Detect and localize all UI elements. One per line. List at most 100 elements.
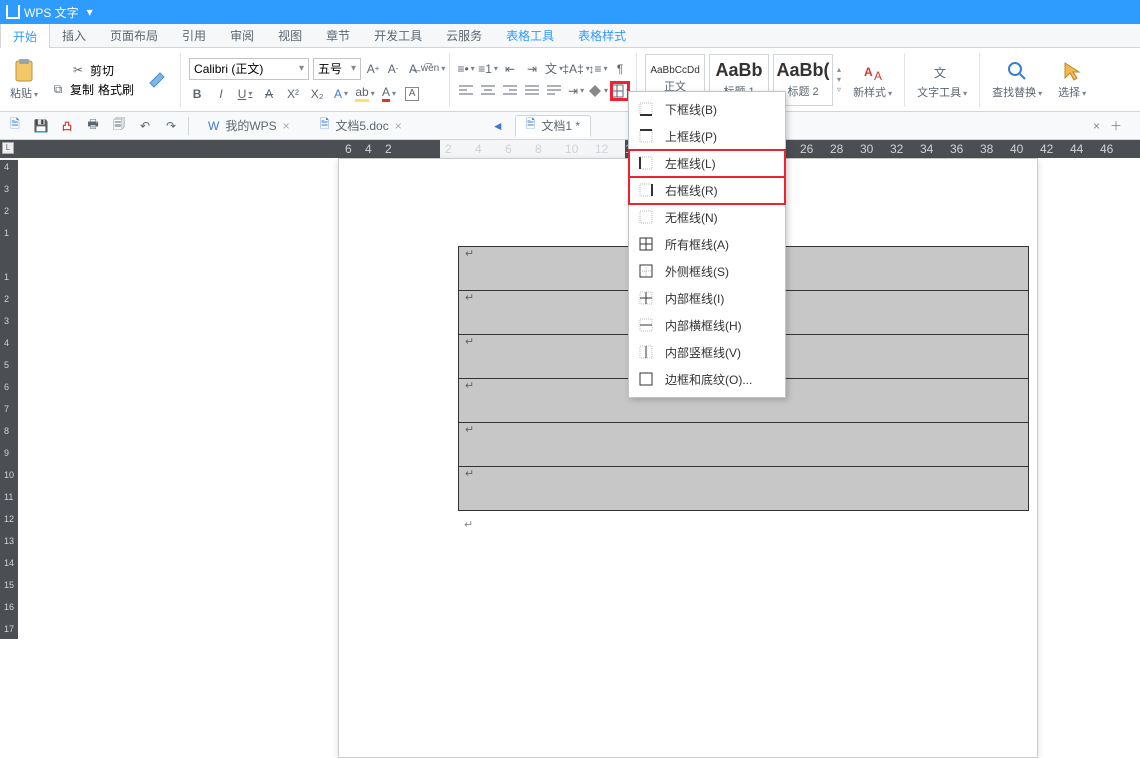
tab-view[interactable]: 视图: [266, 24, 314, 47]
tab-cite[interactable]: 引用: [170, 24, 218, 47]
tab-dev[interactable]: 开发工具: [362, 24, 434, 47]
indent-dec-button[interactable]: ⇤: [502, 61, 518, 77]
text-effect-button[interactable]: A: [333, 86, 349, 102]
tab-start[interactable]: 开始: [0, 24, 50, 48]
paste-button[interactable]: 粘贴: [6, 59, 42, 101]
align-left-button[interactable]: [458, 83, 474, 99]
border-shading-icon: [639, 372, 655, 388]
clear-format-button[interactable]: A̶: [405, 61, 421, 77]
paste-icon: [12, 59, 36, 83]
border-shading-item[interactable]: 边框和底纹(O)...: [629, 366, 785, 393]
doctab-doc5[interactable]: 🗎文档5.doc×: [309, 115, 413, 137]
show-marks-button[interactable]: ¶: [612, 61, 628, 77]
bullets-button[interactable]: ≡•: [458, 61, 474, 77]
shading-button[interactable]: [590, 83, 606, 99]
table-row[interactable]: ↵: [459, 467, 1029, 511]
close-tab-icon[interactable]: ×: [283, 119, 290, 133]
cut-button[interactable]: ✂剪切: [70, 62, 114, 79]
change-case-button[interactable]: w͡én: [425, 61, 441, 77]
border-outer-item[interactable]: 外侧框线(S): [629, 258, 785, 285]
doctab-doc1[interactable]: 🗎文档1 *: [515, 115, 591, 137]
svg-text:A: A: [864, 65, 873, 79]
tab-stop-type-icon[interactable]: L: [2, 142, 14, 154]
border-inner-item[interactable]: 内部框线(I): [629, 285, 785, 312]
tab-layout[interactable]: 页面布局: [98, 24, 170, 47]
tab-chapter[interactable]: 章节: [314, 24, 362, 47]
char-border-button[interactable]: A: [405, 87, 419, 101]
font-size-combo[interactable]: 五号▾: [313, 58, 361, 80]
underline-button[interactable]: U: [237, 86, 253, 102]
copy-button[interactable]: ⧉复制: [50, 81, 94, 98]
style-scroller[interactable]: ▴▾▿: [837, 65, 841, 94]
align-center-button[interactable]: [480, 83, 496, 99]
line-spacing-button[interactable]: ↕≡: [590, 61, 606, 77]
format-brush-button[interactable]: [142, 69, 172, 91]
undo-icon[interactable]: ↶: [136, 117, 154, 135]
indent-inc-button[interactable]: ⇥: [524, 61, 540, 77]
app-menu-dropdown[interactable]: ▾: [87, 5, 93, 19]
horizontal-ruler[interactable]: L 64224681012142628303234363840424446: [0, 140, 1140, 158]
bold-button[interactable]: B: [189, 86, 205, 102]
select-button[interactable]: 选择: [1054, 60, 1090, 100]
redo-icon[interactable]: ↷: [162, 117, 180, 135]
doc-icon: 🗎: [526, 115, 536, 136]
border-all-item[interactable]: 所有框线(A): [629, 231, 785, 258]
border-innerh-item[interactable]: 内部横框线(H): [629, 312, 785, 339]
border-innerv-item[interactable]: 内部竖框线(V): [629, 339, 785, 366]
tab-table-tools[interactable]: 表格工具: [494, 24, 566, 47]
subscript-button[interactable]: X₂: [309, 86, 325, 102]
find-replace-button[interactable]: 查找替换: [988, 60, 1046, 100]
tab-cloud[interactable]: 云服务: [434, 24, 494, 47]
ruler-tick: 4: [365, 142, 372, 156]
border-innerh-icon: [639, 318, 655, 334]
export-pdf-icon[interactable]: 凸: [58, 117, 76, 135]
vruler-tick: 2: [4, 294, 9, 304]
border-dropdown-button[interactable]: [612, 83, 628, 99]
font-name-combo[interactable]: Calibri (正文)▾: [189, 58, 309, 80]
app-logo: WPS 文字 ▾: [6, 4, 93, 21]
table-row[interactable]: ↵: [459, 423, 1029, 467]
tab-table-style[interactable]: 表格样式: [566, 24, 638, 47]
doctab-mywps[interactable]: W我的WPS×: [197, 115, 301, 137]
shrink-font-button[interactable]: A-: [385, 61, 401, 77]
border-inner-icon: [639, 291, 655, 307]
close-doc-icon[interactable]: ×: [1093, 119, 1100, 133]
border-none-icon: [639, 210, 655, 226]
numbering-button[interactable]: ≡1: [480, 61, 496, 77]
align-distribute-button[interactable]: [546, 83, 562, 99]
vertical-ruler[interactable]: 43211234567891011121314151617: [0, 158, 18, 639]
vruler-tick: 9: [4, 448, 9, 458]
arrow-left-icon[interactable]: ◄: [489, 117, 507, 135]
border-right-item[interactable]: 右框线(R): [629, 177, 785, 204]
format-painter-button[interactable]: 格式刷: [98, 81, 134, 98]
tab-stops-button[interactable]: ⇥: [568, 83, 584, 99]
ruler-tick: 8: [535, 142, 542, 156]
highlight-button[interactable]: ab: [357, 86, 373, 102]
print-preview-icon[interactable]: 🗐: [110, 117, 128, 135]
page-area[interactable]: ↵ ↵ ↵ ↵ ↵ ↵ ↵: [18, 158, 1140, 639]
vruler-tick: 15: [4, 580, 14, 590]
char-scale-button[interactable]: ‡A‡: [568, 61, 584, 77]
strike-button[interactable]: A: [261, 86, 277, 102]
save-icon[interactable]: 💾: [32, 117, 50, 135]
text-direction-button[interactable]: 文: [546, 61, 562, 77]
italic-button[interactable]: I: [213, 86, 229, 102]
tab-review[interactable]: 审阅: [218, 24, 266, 47]
ruler-tick: 12: [595, 142, 608, 156]
text-tool-button[interactable]: 文 文字工具: [913, 60, 971, 100]
border-left-item[interactable]: 左框线(L): [629, 150, 785, 177]
border-top-item[interactable]: 上框线(P): [629, 123, 785, 150]
new-style-button[interactable]: AA 新样式: [849, 60, 896, 100]
border-bottom-item[interactable]: 下框线(B): [629, 96, 785, 123]
align-justify-button[interactable]: [524, 83, 540, 99]
align-right-button[interactable]: [502, 83, 518, 99]
font-color-button[interactable]: A: [381, 86, 397, 102]
new-tab-icon[interactable]: ＋: [1110, 117, 1122, 134]
close-tab-icon[interactable]: ×: [395, 119, 402, 133]
tab-insert[interactable]: 插入: [50, 24, 98, 47]
border-none-item[interactable]: 无框线(N): [629, 204, 785, 231]
superscript-button[interactable]: X²: [285, 86, 301, 102]
print-icon[interactable]: 🖶: [84, 117, 102, 135]
grow-font-button[interactable]: A+: [365, 61, 381, 77]
new-doc-icon[interactable]: 🗎: [6, 117, 24, 135]
